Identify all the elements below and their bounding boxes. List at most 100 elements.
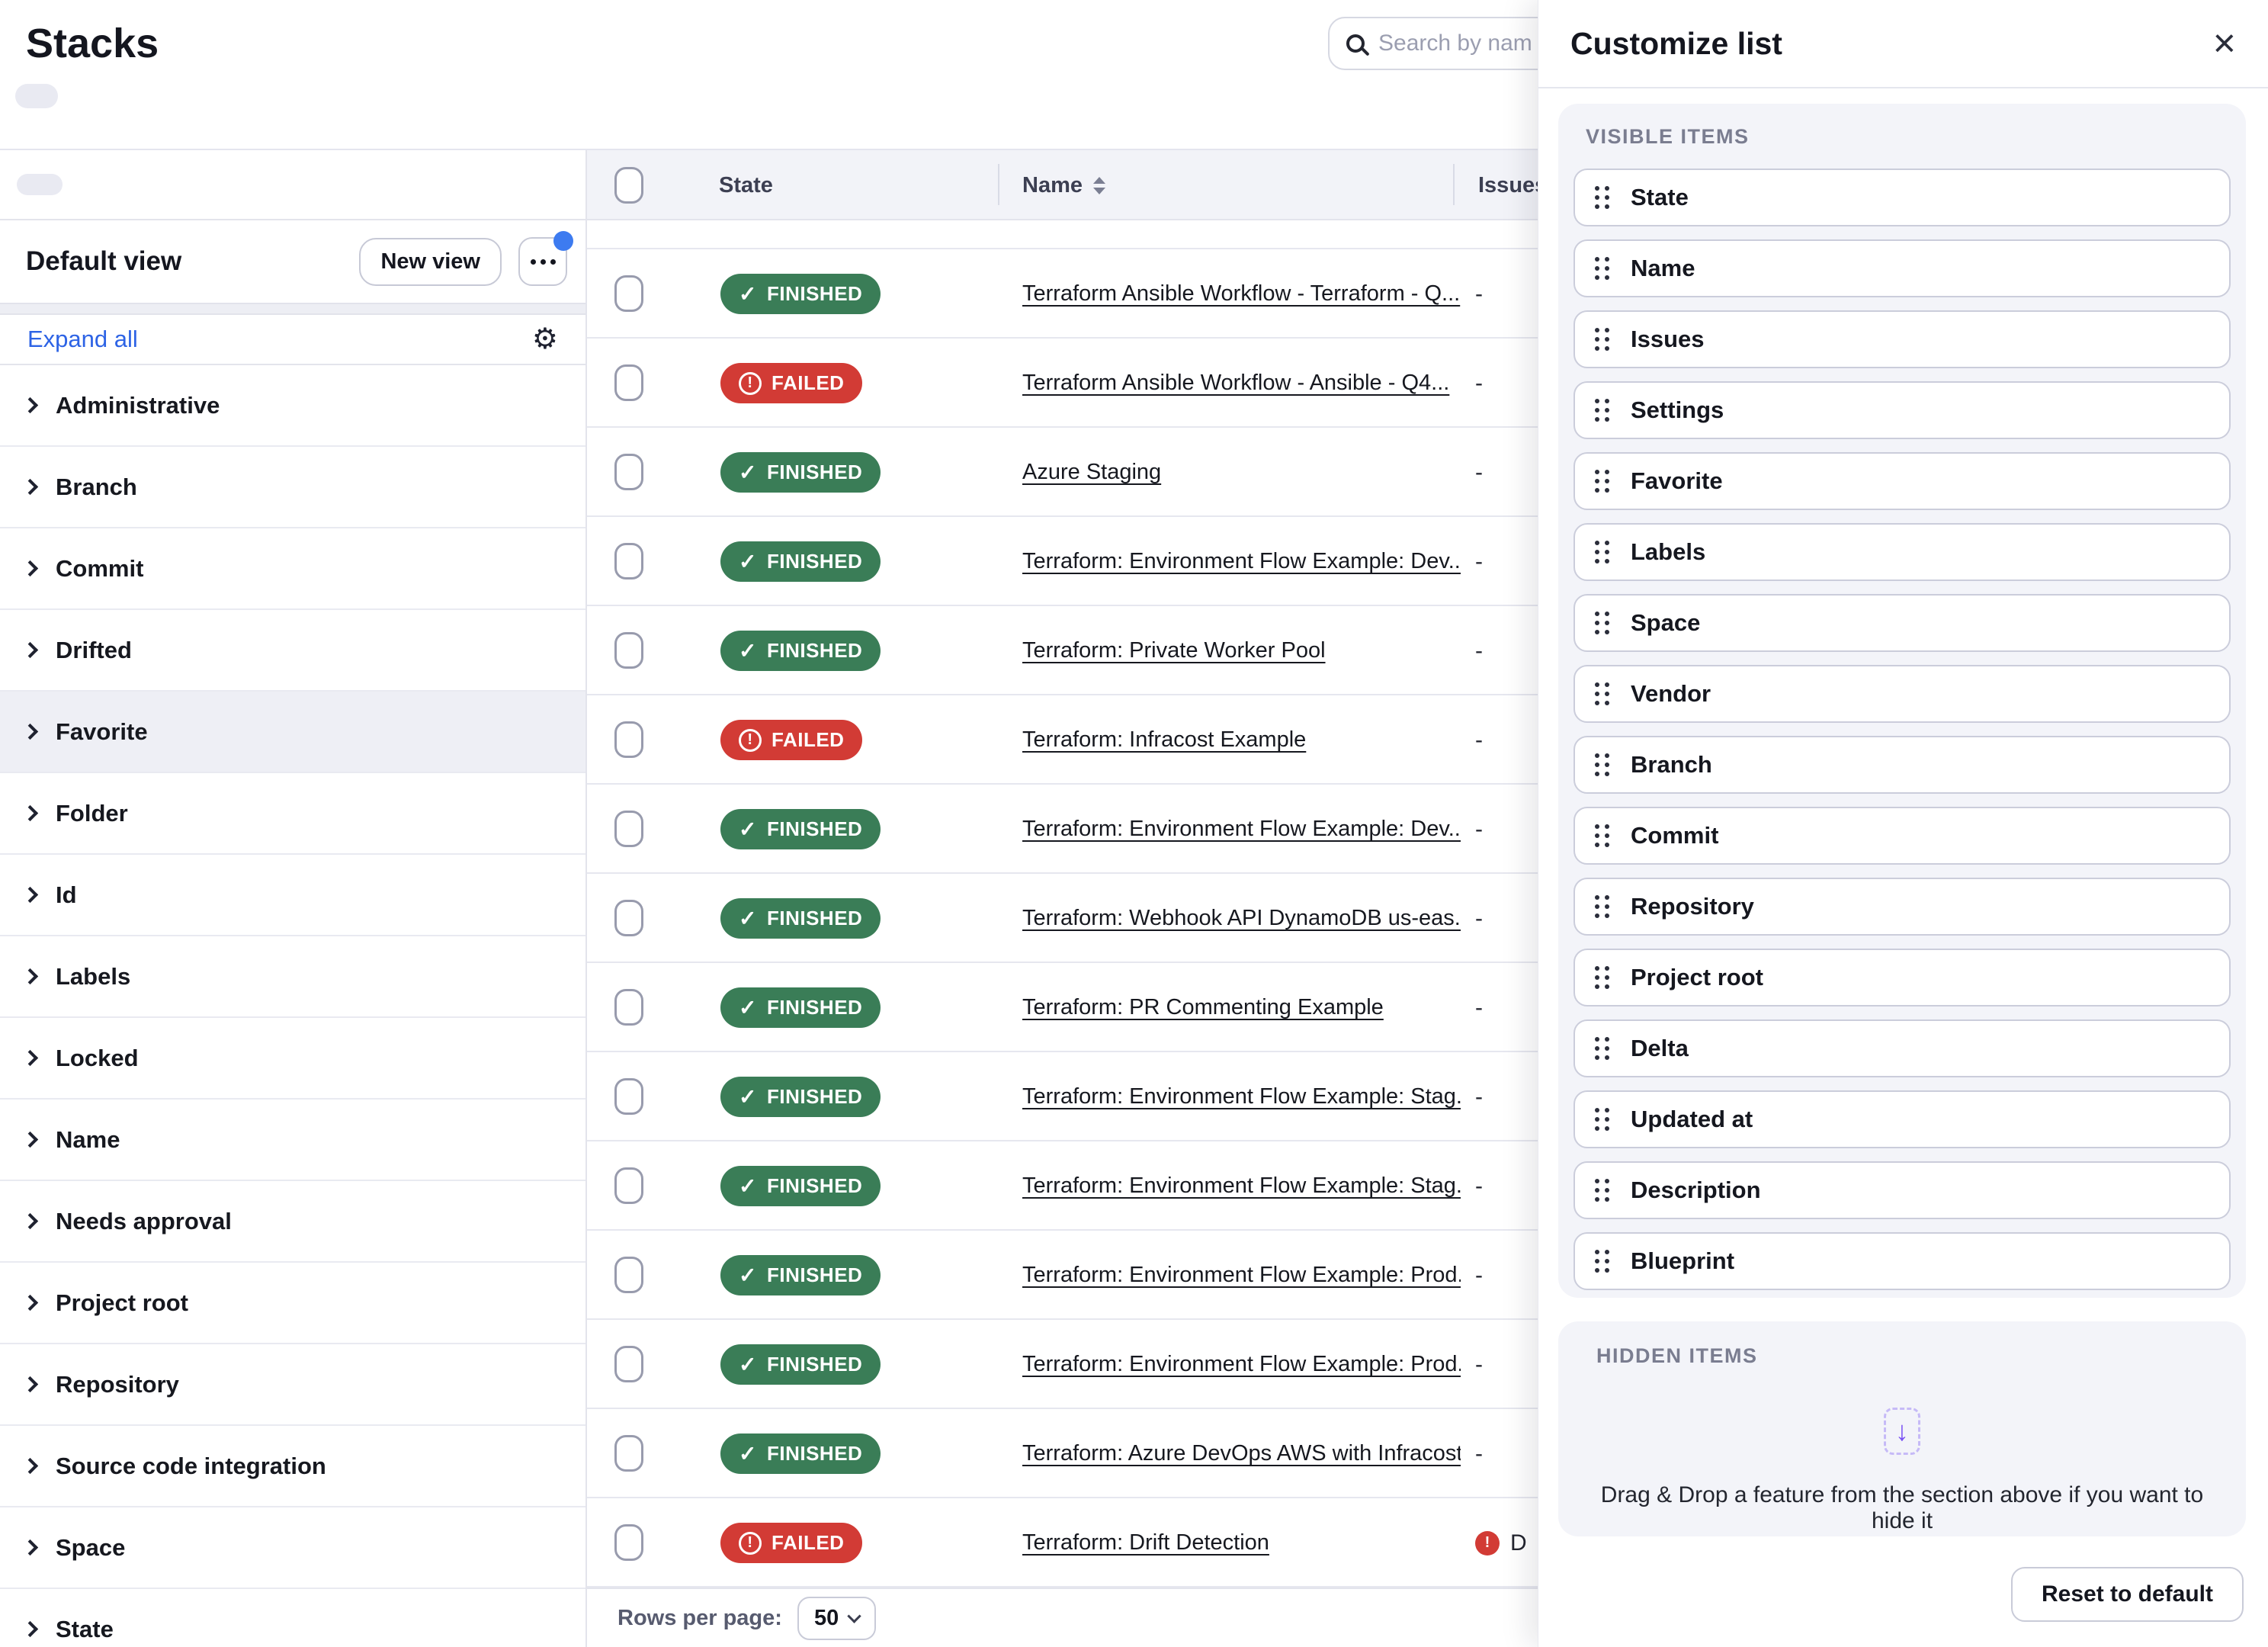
drag-handle-icon[interactable] xyxy=(1595,541,1609,563)
column-item-card[interactable]: Blueprint xyxy=(1573,1232,2231,1290)
column-item-card[interactable]: Branch xyxy=(1573,736,2231,794)
row-checkbox[interactable] xyxy=(614,364,643,401)
select-all-checkbox[interactable] xyxy=(614,167,643,204)
filter-category-row[interactable]: State xyxy=(0,1589,585,1647)
table-row[interactable]: ✓ ! FINISHED Terraform: Environment Flow… xyxy=(587,517,1538,606)
sort-icon[interactable] xyxy=(1093,177,1105,194)
filter-category-row[interactable]: Favorite xyxy=(0,692,585,773)
row-checkbox[interactable] xyxy=(614,989,643,1026)
stack-state-tab[interactable] xyxy=(69,84,111,108)
stack-state-tab[interactable] xyxy=(229,84,271,108)
sidebar-tab[interactable] xyxy=(17,174,63,195)
drag-handle-icon[interactable] xyxy=(1595,682,1609,705)
stack-name-link[interactable]: Terraform: Azure DevOps AWS with Infraco… xyxy=(1022,1441,1461,1466)
filter-category-row[interactable]: Id xyxy=(0,855,585,936)
column-item-card[interactable]: Vendor xyxy=(1573,665,2231,723)
filter-category-row[interactable]: Drifted xyxy=(0,610,585,692)
stack-name-link[interactable]: Terraform: Environment Flow Example: Dev… xyxy=(1022,549,1461,574)
table-row[interactable]: ✓ ! FAILED Terraform: Infracost Example … xyxy=(587,695,1538,785)
column-item-card[interactable]: Space xyxy=(1573,594,2231,652)
filter-category-row[interactable]: Source code integration xyxy=(0,1426,585,1507)
hidden-items-drop-zone[interactable]: ↓ Drag & Drop a feature from the section… xyxy=(1584,1388,2220,1534)
stack-state-tab[interactable] xyxy=(122,84,165,108)
table-row[interactable]: ✓ ! FINISHED Terraform: Environment Flow… xyxy=(587,1320,1538,1409)
table-row[interactable]: ✓ ! FINISHED Terraform Ansible Workflow … xyxy=(587,249,1538,339)
column-item-card[interactable]: Favorite xyxy=(1573,452,2231,510)
column-item-card[interactable]: State xyxy=(1573,169,2231,226)
drag-handle-icon[interactable] xyxy=(1595,1179,1609,1202)
row-checkbox[interactable] xyxy=(614,1257,643,1293)
stack-state-tab[interactable] xyxy=(15,84,58,108)
row-checkbox[interactable] xyxy=(614,275,643,312)
sidebar-tab[interactable] xyxy=(73,174,119,195)
drag-handle-icon[interactable] xyxy=(1595,824,1609,847)
drag-handle-icon[interactable] xyxy=(1595,753,1609,776)
drag-handle-icon[interactable] xyxy=(1595,966,1609,989)
table-row[interactable]: ✓ ! FINISHED Terraform: Webhook API Dyna… xyxy=(587,874,1538,963)
column-header-state[interactable]: State xyxy=(719,150,773,220)
column-item-card[interactable]: Settings xyxy=(1573,381,2231,439)
filter-category-row[interactable]: Administrative xyxy=(0,365,585,447)
table-row[interactable]: ✓ ! FINISHED Terraform: Environment Flow… xyxy=(587,1052,1538,1141)
rows-per-page-select[interactable]: 50 xyxy=(797,1597,876,1640)
stack-state-tab[interactable] xyxy=(282,84,325,108)
search-input[interactable] xyxy=(1378,30,1531,56)
table-row[interactable]: ✓ ! FINISHED Terraform: Private Worker P… xyxy=(587,606,1538,695)
filter-category-row[interactable]: Locked xyxy=(0,1018,585,1100)
drag-handle-icon[interactable] xyxy=(1595,186,1609,209)
filter-category-row[interactable]: Labels xyxy=(0,936,585,1018)
column-item-card[interactable]: Project root xyxy=(1573,949,2231,1006)
stack-name-link[interactable]: Terraform: Infracost Example xyxy=(1022,727,1306,753)
reset-to-default-button[interactable]: Reset to default xyxy=(2011,1567,2244,1622)
row-checkbox[interactable] xyxy=(614,1524,643,1561)
table-row[interactable]: ✓ ! FINISHED Terraform: Environment Flow… xyxy=(587,785,1538,874)
drag-handle-icon[interactable] xyxy=(1595,1108,1609,1131)
column-item-card[interactable]: Description xyxy=(1573,1161,2231,1219)
column-item-card[interactable]: Repository xyxy=(1573,878,2231,936)
filter-category-row[interactable]: Folder xyxy=(0,773,585,855)
stack-name-link[interactable]: Terraform: Environment Flow Example: Sta… xyxy=(1022,1173,1461,1199)
view-more-button[interactable] xyxy=(518,237,567,286)
row-checkbox[interactable] xyxy=(614,811,643,847)
column-item-card[interactable]: Issues xyxy=(1573,310,2231,368)
close-icon[interactable]: × xyxy=(2213,24,2236,63)
stack-name-link[interactable]: Terraform: Environment Flow Example: Sta… xyxy=(1022,1084,1461,1109)
filter-category-row[interactable]: Project root xyxy=(0,1263,585,1344)
filter-category-row[interactable]: Space xyxy=(0,1507,585,1589)
stack-name-link[interactable]: Terraform: Environment Flow Example: Pro… xyxy=(1022,1263,1461,1288)
filter-category-row[interactable]: Commit xyxy=(0,528,585,610)
filter-category-row[interactable]: Branch xyxy=(0,447,585,528)
row-checkbox[interactable] xyxy=(614,1167,643,1204)
row-checkbox[interactable] xyxy=(614,900,643,936)
drag-handle-icon[interactable] xyxy=(1595,399,1609,422)
stack-name-link[interactable]: Azure Staging xyxy=(1022,460,1161,485)
column-item-card[interactable]: Updated at xyxy=(1573,1090,2231,1148)
stack-name-link[interactable]: Terraform Ansible Workflow - Ansible - Q… xyxy=(1022,371,1449,396)
stack-name-link[interactable]: Terraform: Drift Detection xyxy=(1022,1530,1269,1556)
column-header-name[interactable]: Name xyxy=(1022,150,1105,220)
row-checkbox[interactable] xyxy=(614,1078,643,1115)
drag-handle-icon[interactable] xyxy=(1595,1037,1609,1060)
table-row[interactable]: ✓ ! FINISHED Azure Staging ! - xyxy=(587,428,1538,517)
column-item-card[interactable]: Delta xyxy=(1573,1019,2231,1077)
drag-handle-icon[interactable] xyxy=(1595,895,1609,918)
filter-category-row[interactable]: Repository xyxy=(0,1344,585,1426)
stack-name-link[interactable]: Terraform: Private Worker Pool xyxy=(1022,638,1326,663)
stacks-search[interactable] xyxy=(1328,17,1557,70)
stack-name-link[interactable]: Terraform: Environment Flow Example: Dev… xyxy=(1022,817,1461,842)
table-row[interactable]: ✓ ! FINISHED Terraform: Environment Flow… xyxy=(587,1141,1538,1231)
table-row[interactable]: ✓ ! FAILED Terraform Ansible Workflow - … xyxy=(587,339,1538,428)
row-checkbox[interactable] xyxy=(614,1435,643,1472)
column-item-card[interactable]: Commit xyxy=(1573,807,2231,865)
column-item-card[interactable]: Labels xyxy=(1573,523,2231,581)
row-checkbox[interactable] xyxy=(614,632,643,669)
drag-handle-icon[interactable] xyxy=(1595,328,1609,351)
drag-handle-icon[interactable] xyxy=(1595,470,1609,493)
row-checkbox[interactable] xyxy=(614,454,643,490)
drag-handle-icon[interactable] xyxy=(1595,612,1609,634)
column-header-issues[interactable]: Issues xyxy=(1478,150,1538,220)
table-row[interactable]: ✓ ! FINISHED Terraform: Environment Flow… xyxy=(587,1231,1538,1320)
row-checkbox[interactable] xyxy=(614,543,643,580)
stack-name-link[interactable]: Terraform: PR Commenting Example xyxy=(1022,995,1384,1020)
drag-handle-icon[interactable] xyxy=(1595,257,1609,280)
